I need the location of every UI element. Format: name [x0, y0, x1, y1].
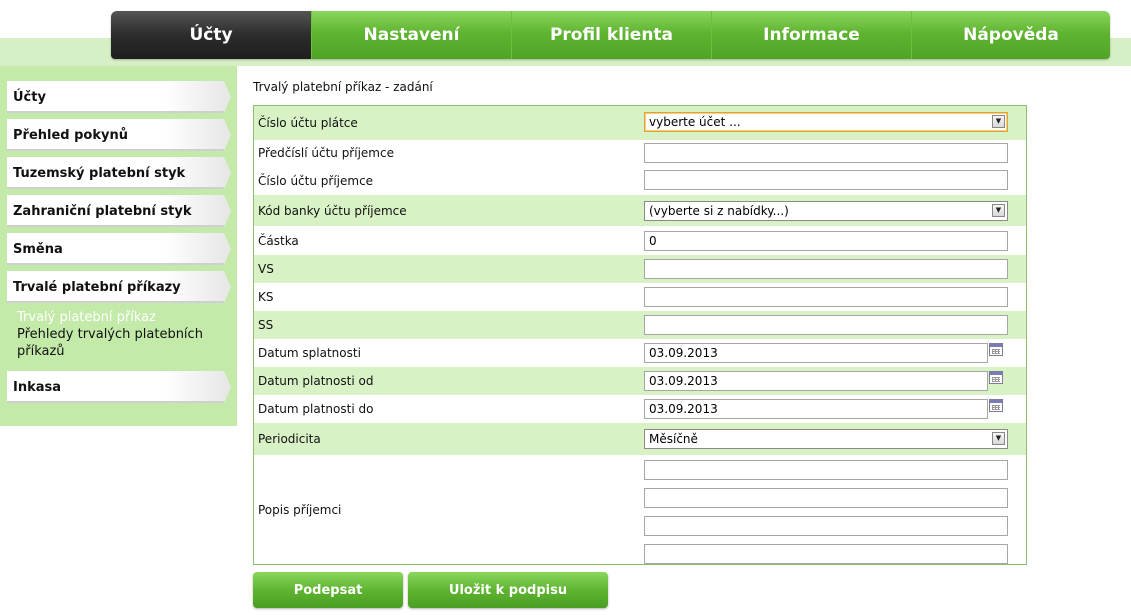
main-navigation: Účty Nastavení Profil klienta Informace …	[111, 11, 1110, 59]
tab-nastaveni[interactable]: Nastavení	[311, 11, 511, 59]
sidebar-item-prehled-pokynu[interactable]: Přehled pokynů	[7, 119, 231, 151]
form-row-valid-from: Datum platnosti od 03.09.2013	[254, 367, 1026, 395]
field-label: Datum splatnosti	[258, 346, 361, 360]
amount-input[interactable]: 0	[644, 231, 1008, 251]
chevron-down-icon[interactable]: ▼	[992, 432, 1005, 445]
field-label: Popis příjemci	[258, 503, 342, 517]
tab-napoveda[interactable]: Nápověda	[911, 11, 1110, 59]
field-label: Datum platnosti od	[258, 374, 374, 388]
select-value: (vyberte si z nabídky...)	[649, 204, 789, 218]
valid-to-input[interactable]: 03.09.2013	[644, 399, 988, 419]
sidebar-item-label: Přehled pokynů	[13, 127, 128, 143]
chevron-down-icon[interactable]: ▼	[992, 204, 1005, 217]
form-row-ss: SS	[254, 311, 1026, 339]
page-title: Trvalý platební příkaz - zadání	[253, 80, 433, 94]
ks-input[interactable]	[644, 287, 1008, 307]
field-label: KS	[258, 290, 274, 304]
periodicity-select[interactable]: Měsíčně ▼	[644, 429, 1008, 449]
field-label: Periodicita	[258, 432, 321, 446]
standing-order-form: Číslo účtu plátce vyberte účet ... ▼ Pře…	[253, 105, 1027, 565]
form-row-description: Popis příjemci	[254, 455, 1026, 564]
save-for-signing-button[interactable]: Uložit k podpisu	[408, 572, 608, 608]
field-label: Částka	[258, 234, 299, 248]
sidebar-item-ucty[interactable]: Účty	[7, 81, 231, 113]
form-row-recipient-account: Číslo účtu příjemce	[254, 167, 1026, 195]
due-date-input[interactable]: 03.09.2013	[644, 343, 988, 363]
sidebar-item-label: Účty	[13, 89, 46, 105]
description-line-3[interactable]	[644, 516, 1008, 536]
calendar-icon[interactable]	[989, 399, 1003, 412]
recipient-prefix-input[interactable]	[644, 143, 1008, 163]
tab-informace[interactable]: Informace	[711, 11, 911, 59]
chevron-down-icon[interactable]: ▼	[992, 115, 1005, 128]
sidebar-item-label: Tuzemský platební styk	[13, 165, 186, 181]
form-row-amount: Částka 0	[254, 226, 1026, 255]
form-row-vs: VS	[254, 255, 1026, 283]
field-label: SS	[258, 318, 274, 332]
calendar-icon[interactable]	[989, 371, 1003, 384]
form-row-periodicity: Periodicita Měsíčně ▼	[254, 423, 1026, 455]
sidebar-item-label: Směna	[13, 241, 63, 257]
payer-account-select[interactable]: vyberte účet ... ▼	[644, 112, 1008, 132]
sidebar-subitem-trvaly-platebni-prikaz[interactable]: Trvalý platební příkaz	[17, 309, 217, 326]
sidebar-item-inkasa[interactable]: Inkasa	[7, 371, 231, 403]
description-line-1[interactable]	[644, 460, 1008, 480]
recipient-account-input[interactable]	[644, 170, 1008, 190]
select-value: Měsíčně	[649, 432, 698, 446]
field-label: Kód banky účtu příjemce	[258, 204, 407, 218]
sidebar-item-tuzemsky-platebni-styk[interactable]: Tuzemský platební styk	[7, 157, 231, 189]
sidebar-item-label: Trvalé platební příkazy	[13, 279, 181, 295]
form-row-due-date: Datum splatnosti 03.09.2013	[254, 339, 1026, 367]
form-row-payer-account: Číslo účtu plátce vyberte účet ... ▼	[254, 106, 1026, 140]
sign-button[interactable]: Podepsat	[253, 572, 403, 608]
description-line-4[interactable]	[644, 544, 1008, 564]
calendar-icon[interactable]	[989, 343, 1003, 356]
form-row-bank-code: Kód banky účtu příjemce (vyberte si z na…	[254, 195, 1026, 226]
sidebar: Účty Přehled pokynů Tuzemský platební st…	[0, 66, 237, 426]
tab-ucty[interactable]: Účty	[111, 11, 311, 59]
ss-input[interactable]	[644, 315, 1008, 335]
tab-profil-klienta[interactable]: Profil klienta	[511, 11, 711, 59]
bank-code-select[interactable]: (vyberte si z nabídky...) ▼	[644, 201, 1008, 221]
vs-input[interactable]	[644, 259, 1008, 279]
description-line-2[interactable]	[644, 488, 1008, 508]
field-label: Číslo účtu plátce	[258, 116, 358, 130]
sidebar-item-zahranicni-platebni-styk[interactable]: Zahraniční platební styk	[7, 195, 231, 227]
valid-from-input[interactable]: 03.09.2013	[644, 371, 988, 391]
sidebar-subitem-prehledy-trvalych-prikazu[interactable]: Přehledy trvalých platebních příkazů	[17, 326, 217, 360]
select-value: vyberte účet ...	[649, 115, 741, 129]
form-row-valid-to: Datum platnosti do 03.09.2013	[254, 395, 1026, 423]
form-row-ks: KS	[254, 283, 1026, 311]
sidebar-item-smena[interactable]: Směna	[7, 233, 231, 265]
sidebar-item-label: Inkasa	[13, 379, 62, 395]
sidebar-item-label: Zahraniční platební styk	[13, 203, 192, 219]
form-row-recipient-prefix: Předčíslí účtu příjemce	[254, 140, 1026, 167]
field-label: VS	[258, 262, 274, 276]
field-label: Číslo účtu příjemce	[258, 174, 374, 188]
field-label: Datum platnosti do	[258, 402, 374, 416]
field-label: Předčíslí účtu příjemce	[258, 146, 394, 160]
sidebar-item-trvale-platebni-prikazy[interactable]: Trvalé platební příkazy	[7, 271, 231, 303]
